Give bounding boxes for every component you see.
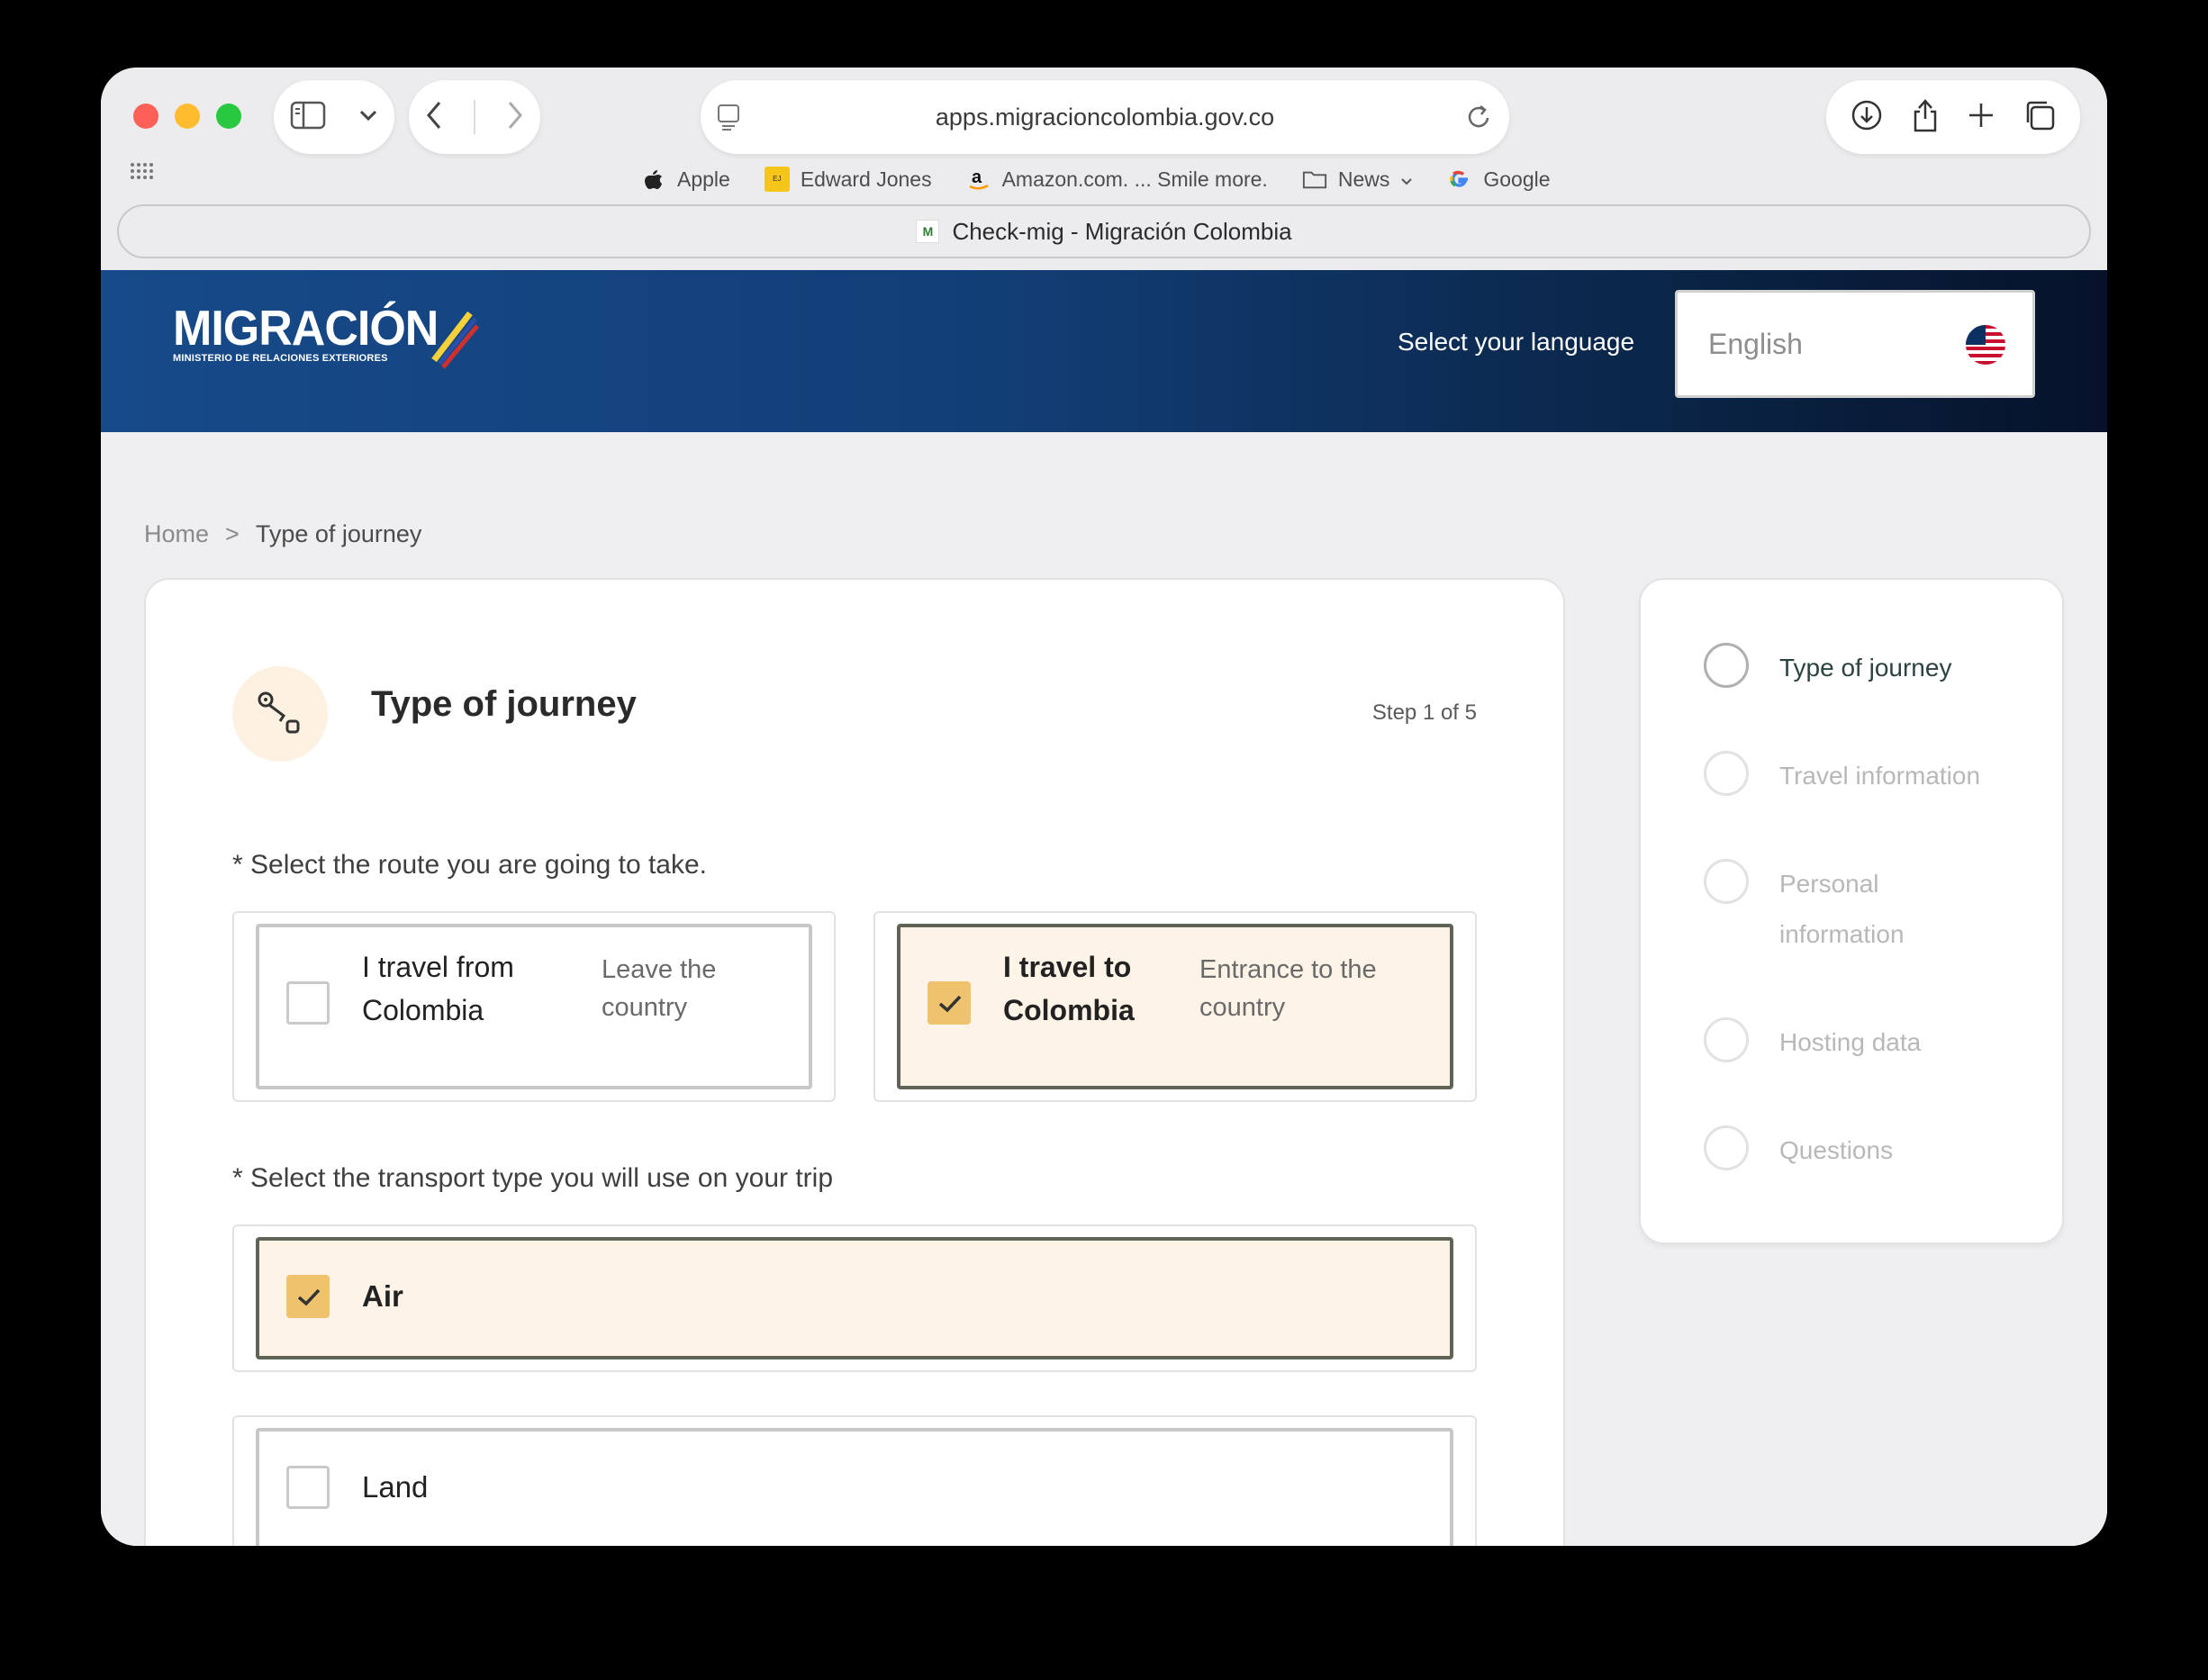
download-icon[interactable] bbox=[1851, 99, 1883, 136]
route-option-box[interactable]: I travel from Colombia Leave the country bbox=[256, 924, 812, 1089]
step-circle-icon bbox=[1704, 643, 1749, 688]
breadcrumb-separator: > bbox=[225, 520, 240, 547]
window-controls bbox=[133, 104, 241, 129]
transport-air-checkbox[interactable] bbox=[286, 1275, 330, 1318]
edward-jones-icon: EJ bbox=[764, 167, 790, 192]
bookmark-label: News bbox=[1337, 167, 1390, 191]
language-label: Select your language bbox=[1398, 328, 1635, 356]
breadcrumb: Home > Type of journey bbox=[144, 520, 421, 548]
transport-option-box[interactable]: Land bbox=[256, 1428, 1453, 1546]
forward-icon[interactable] bbox=[505, 100, 525, 135]
step-circle-icon bbox=[1704, 1017, 1749, 1062]
transport-air-label: Air bbox=[362, 1279, 403, 1313]
new-tab-icon[interactable] bbox=[1967, 101, 1995, 134]
divider bbox=[473, 100, 475, 134]
route-to-desc: Entrance to the country bbox=[1199, 955, 1377, 1022]
step-circle-icon bbox=[1704, 1125, 1749, 1170]
bookmark-edward-jones[interactable]: EJ Edward Jones bbox=[764, 167, 932, 192]
chevron-down-icon[interactable] bbox=[358, 108, 378, 127]
logo-text: MIGRACIÓN bbox=[173, 301, 439, 357]
checkmark-icon bbox=[938, 995, 962, 1013]
sidebar-step-questions[interactable]: Questions bbox=[1704, 1125, 2004, 1176]
site-favicon-icon: M bbox=[916, 220, 940, 243]
sidebar-step-personal-information[interactable]: Personal information bbox=[1704, 859, 1932, 960]
route-icon bbox=[232, 666, 328, 762]
reload-icon[interactable] bbox=[1466, 102, 1493, 137]
transport-question: * Select the transport type you will use… bbox=[232, 1163, 834, 1193]
site-header: MIGRACIÓN MINISTERIO DE RELACIONES EXTER… bbox=[101, 270, 2107, 432]
bookmarks-bar: Apple EJ Edward Jones a Amazon.com. ... … bbox=[641, 159, 1551, 199]
route-from-checkbox[interactable] bbox=[286, 981, 330, 1025]
step-label: Type of journey bbox=[1779, 654, 1952, 682]
route-option-to-colombia[interactable]: I travel to Colombia Entrance to the cou… bbox=[873, 911, 1477, 1102]
bookmark-amazon[interactable]: a Amazon.com. ... Smile more. bbox=[966, 167, 1268, 192]
apps-grid-icon[interactable] bbox=[130, 162, 153, 185]
folder-icon bbox=[1302, 167, 1327, 192]
route-from-desc: Leave the country bbox=[602, 955, 717, 1022]
flag-swoosh-icon bbox=[431, 311, 479, 369]
step-label: Personal information bbox=[1779, 870, 1905, 948]
transport-land-label: Land bbox=[362, 1470, 429, 1504]
sidebar-toggle-group bbox=[274, 80, 394, 154]
address-bar[interactable]: apps.migracioncolombia.gov.co bbox=[701, 80, 1509, 154]
close-window-button[interactable] bbox=[133, 104, 158, 129]
url-text[interactable]: apps.migracioncolombia.gov.co bbox=[701, 80, 1509, 154]
sidebar-step-hosting-data[interactable]: Hosting data bbox=[1704, 1017, 2004, 1068]
breadcrumb-home[interactable]: Home bbox=[144, 520, 209, 548]
maximize-window-button[interactable] bbox=[216, 104, 241, 129]
step-label: Hosting data bbox=[1779, 1028, 1922, 1056]
navigation-buttons bbox=[409, 80, 540, 154]
language-select[interactable]: English bbox=[1675, 290, 2035, 398]
step-circle-icon bbox=[1704, 751, 1749, 796]
bookmark-google[interactable]: Google bbox=[1447, 167, 1551, 192]
minimize-window-button[interactable] bbox=[175, 104, 200, 129]
breadcrumb-current: Type of journey bbox=[255, 520, 422, 547]
route-from-title: I travel from Colombia bbox=[362, 951, 514, 1026]
us-flag-icon bbox=[1966, 325, 2005, 365]
migracion-logo[interactable]: MIGRACIÓN MINISTERIO DE RELACIONES EXTER… bbox=[173, 301, 479, 369]
language-value: English bbox=[1708, 328, 1803, 360]
checkmark-icon bbox=[297, 1288, 321, 1306]
tab-title: Check-mig - Migración Colombia bbox=[952, 217, 1292, 245]
share-icon[interactable] bbox=[1911, 97, 1940, 138]
route-to-checkbox[interactable] bbox=[928, 981, 971, 1025]
browser-toolbar: apps.migracioncolombia.gov.co Apple EJ E… bbox=[101, 68, 2107, 270]
bookmark-label: Google bbox=[1483, 167, 1551, 191]
step-label: Questions bbox=[1779, 1136, 1894, 1164]
browser-window: apps.migracioncolombia.gov.co Apple EJ E… bbox=[101, 68, 2107, 1546]
transport-option-land[interactable]: Land bbox=[232, 1415, 1477, 1546]
transport-land-checkbox[interactable] bbox=[286, 1466, 330, 1509]
bookmark-news-folder[interactable]: News bbox=[1302, 167, 1414, 192]
page-title: Type of journey bbox=[371, 684, 637, 724]
route-option-box[interactable]: I travel to Colombia Entrance to the cou… bbox=[897, 924, 1453, 1089]
google-icon bbox=[1447, 167, 1472, 192]
bookmark-apple[interactable]: Apple bbox=[641, 167, 730, 192]
web-page: MIGRACIÓN MINISTERIO DE RELACIONES EXTER… bbox=[101, 270, 2107, 1546]
steps-sidebar: Type of journey Travel information Perso… bbox=[1639, 578, 2064, 1244]
tab-overview-icon[interactable] bbox=[2023, 99, 2056, 136]
route-option-from-colombia[interactable]: I travel from Colombia Leave the country bbox=[232, 911, 836, 1102]
bookmark-label: Amazon.com. ... Smile more. bbox=[1001, 167, 1268, 191]
bookmark-label: Edward Jones bbox=[800, 167, 932, 191]
sidebar-icon[interactable] bbox=[290, 101, 326, 134]
step-indicator: Step 1 of 5 bbox=[1371, 700, 1477, 725]
svg-text:a: a bbox=[972, 167, 982, 187]
back-icon[interactable] bbox=[424, 100, 444, 135]
transport-option-air[interactable]: Air bbox=[232, 1224, 1477, 1372]
journey-form-card: Type of journey Step 1 of 5 * Select the… bbox=[144, 578, 1565, 1546]
amazon-icon: a bbox=[966, 167, 991, 192]
bookmark-label: Apple bbox=[677, 167, 730, 191]
chevron-down-icon bbox=[1400, 167, 1413, 192]
step-circle-icon bbox=[1704, 859, 1749, 904]
route-question: * Select the route you are going to take… bbox=[232, 850, 708, 880]
sidebar-step-travel-information[interactable]: Travel information bbox=[1704, 751, 2004, 801]
active-tab[interactable]: M Check-mig - Migración Colombia bbox=[117, 204, 2091, 258]
browser-actions bbox=[1826, 80, 2080, 154]
route-to-title: I travel to Colombia bbox=[1003, 951, 1135, 1026]
transport-option-box[interactable]: Air bbox=[256, 1237, 1453, 1359]
sidebar-step-type-of-journey[interactable]: Type of journey bbox=[1704, 643, 2004, 693]
step-label: Travel information bbox=[1779, 762, 1981, 790]
apple-icon bbox=[641, 167, 666, 192]
